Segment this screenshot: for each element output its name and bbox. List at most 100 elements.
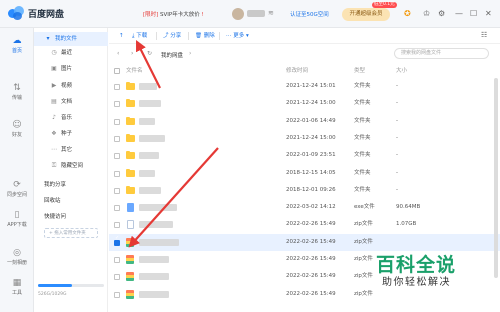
table-row[interactable]: 2021-12-24 15:00 文件夹 - [109,95,500,112]
scrollbar[interactable] [494,78,498,308]
delete-button[interactable]: 🗑 删除 [191,31,219,41]
row-checkbox[interactable] [114,235,120,246]
table-row[interactable]: 2022-02-26 15:49 zip文件 [109,233,500,251]
close-icon[interactable]: ✕ [485,8,492,20]
exe-icon [127,203,134,213]
watermark-subtitle: 助你轻松解决 [382,277,451,288]
vip-button[interactable]: 开通超级会员 [342,8,390,21]
minimize-icon[interactable]: — [455,8,463,20]
cell-type: 文件夹 [354,100,371,107]
gear-icon[interactable]: ⚙ [438,8,445,20]
more-button[interactable]: ⋯ 更多 ▾ [222,31,253,41]
file-name-masked[interactable] [139,117,155,125]
nav-home[interactable]: ☁ 首页 [0,36,34,54]
sidebar-item-hidden[interactable]: ⚿ 隐藏空间 [34,159,108,173]
file-name-masked[interactable] [139,221,173,229]
file-name-masked[interactable] [139,290,169,298]
table-row[interactable]: 2022-01-09 23:51 文件夹 - [109,147,500,164]
header-name[interactable]: 文件名 [126,64,143,78]
table-row[interactable]: 2021-12-24 15:01 文件夹 - [109,78,500,95]
nav-tools[interactable]: ▦ 工具 [0,278,34,296]
back-icon[interactable]: ‹ [117,50,119,57]
sidebar-quick-access[interactable]: 快捷访问 [44,212,66,220]
table-row[interactable]: 2021-12-24 15:00 文件夹 - [109,130,500,147]
sidebar-item-images[interactable]: ▣ 图片 [34,62,108,76]
row-checkbox[interactable] [114,187,120,194]
file-name-masked[interactable] [139,134,165,142]
nav-app-download[interactable]: ▯ APP下载 [0,210,34,228]
avatar[interactable] [232,8,244,20]
promo-banner[interactable]: [限时] SVIP年卡大放价 ! [143,10,204,18]
table-row[interactable]: 2022-02-26 15:49 zip文件 1.07GB [109,216,500,233]
sidebar-item-docs[interactable]: ▤ 文档 [34,95,108,109]
scrollbar-thumb[interactable] [494,78,498,278]
transfer-icon: ⇅ [13,83,21,93]
cell-size: - [396,186,398,193]
breadcrumb[interactable]: 我的网盘 [161,51,183,59]
storage-bar [38,284,104,287]
forward-icon[interactable]: › [131,50,133,57]
share-button[interactable]: ⤴ 分享 [159,31,185,41]
file-name-masked[interactable] [139,204,177,212]
header-size[interactable]: 大小 [396,64,407,78]
search-input[interactable]: 搜索我的网盘文件 [394,48,489,59]
file-name-masked[interactable] [139,83,157,90]
sidebar-item-other[interactable]: ⋯ 其它 [34,143,108,157]
file-name-masked[interactable] [139,186,161,194]
storage-text: 526G/1029G [38,292,67,297]
nav-one-click[interactable]: ◎ 一刻相册 [0,248,34,266]
sidebar-item-my-files[interactable]: ▾ 我的文件 [34,32,108,46]
row-checkbox[interactable] [114,135,120,142]
file-name-masked[interactable] [139,238,179,246]
table-row[interactable]: 2018-12-01 09:26 文件夹 - [109,182,500,199]
file-name-masked[interactable] [139,169,155,177]
select-all-checkbox[interactable] [114,68,120,74]
row-checkbox[interactable] [114,257,120,263]
download-button[interactable]: ⤓ 下载 [128,31,151,41]
upload-button[interactable]: ↑ [115,31,128,41]
maximize-icon[interactable]: ☐ [470,8,477,20]
certify-link[interactable]: 认证至50G空间 [290,10,329,18]
nav-friends[interactable]: ☺ 好友 [0,120,34,138]
more-icon: ⋯ [51,146,57,153]
toolbar-divider [156,32,157,40]
row-checkbox[interactable] [114,205,120,212]
table-row[interactable]: 2018-12-15 14:05 文件夹 - [109,165,500,182]
row-checkbox[interactable] [114,291,120,298]
sidebar-item-music[interactable]: ♪ 音乐 [34,111,108,125]
row-checkbox[interactable] [114,170,120,177]
file-name-masked[interactable] [139,256,169,263]
watermark: 百科全说 助你轻松解决 [376,254,456,290]
username-masked[interactable] [247,10,265,17]
add-quick-access[interactable]: + 拖入常用文件夹 [44,228,98,238]
row-checkbox[interactable] [114,153,120,160]
header-type[interactable]: 类型 [354,64,365,78]
cell-date: 2021-12-24 15:01 [286,83,336,89]
nav-sync[interactable]: ⟳ 同步空间 [0,180,34,198]
sidebar-item-videos[interactable]: ▶ 视频 [34,79,108,93]
file-name-masked[interactable] [139,100,161,108]
table-row[interactable]: 2022-01-06 14:49 文件夹 - [109,113,500,130]
row-checkbox[interactable] [114,101,120,108]
row-checkbox[interactable] [114,274,120,281]
file-name-masked[interactable] [139,273,169,281]
cell-size: - [396,169,398,176]
nav-transfer[interactable]: ⇅ 传输 [0,83,34,101]
sidebar-item-my-share[interactable]: 我的分享 [44,180,66,188]
header-date[interactable]: 修改时间 [286,64,308,78]
cell-type: zip文件 [354,290,373,297]
file-name-masked[interactable] [139,152,159,160]
refresh-icon[interactable]: ↻ [147,50,152,57]
sidebar-item-seeds[interactable]: ❖ 种子 [34,127,108,141]
cell-date: 2022-01-09 23:51 [286,152,336,159]
sidebar-item-recycle[interactable]: 回收站 [44,196,61,204]
cell-date: 2022-03-02 14:12 [286,204,336,211]
row-checkbox[interactable] [114,118,120,125]
table-row[interactable]: 2022-03-02 14:12 exe文件 90.64MB [109,199,500,216]
sidebar-item-recent[interactable]: ◷ 最近 [34,46,108,60]
game-icon[interactable]: ✪ [404,8,411,20]
shirt-icon[interactable]: ♔ [423,8,430,20]
grid-view-icon[interactable]: ☷ [481,31,487,39]
row-checkbox[interactable] [114,84,120,90]
row-checkbox[interactable] [114,222,120,229]
